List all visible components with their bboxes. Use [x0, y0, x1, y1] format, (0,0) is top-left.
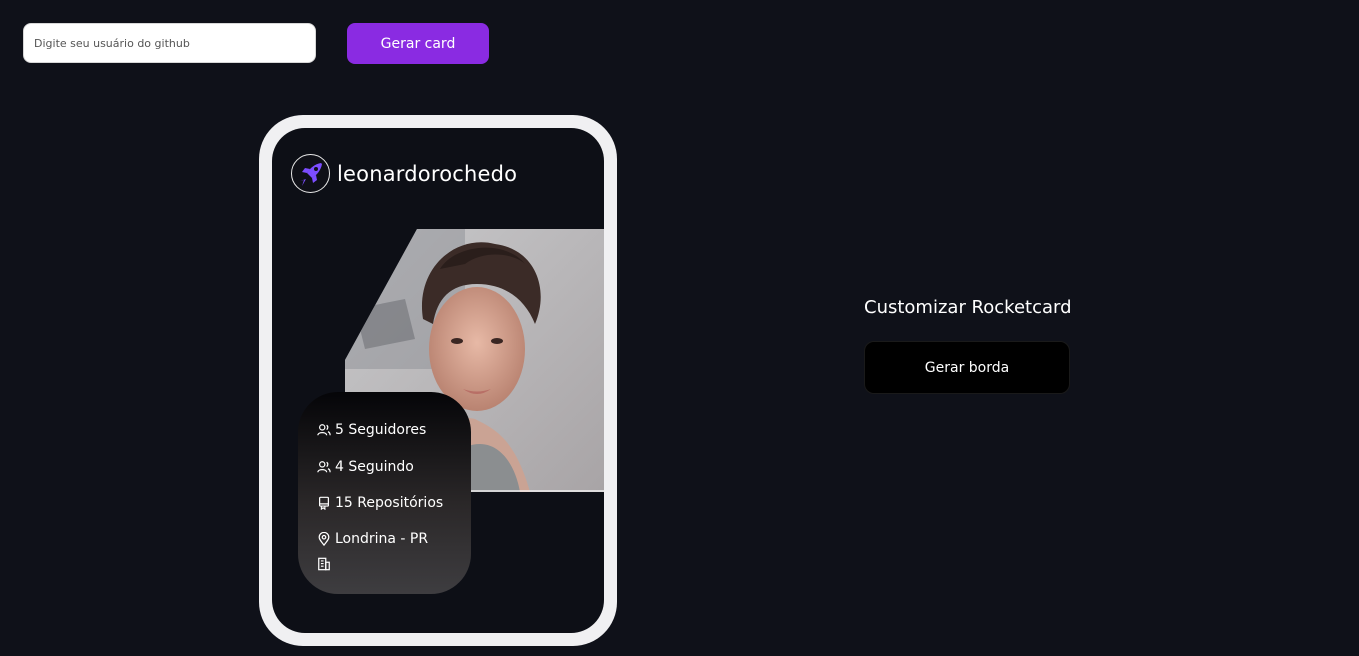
users-icon [317, 424, 331, 436]
following-stat: 4 Seguindo [317, 459, 414, 475]
repositories-label: 15 Repositórios [335, 495, 444, 511]
card-header: leonardorochedo [291, 154, 517, 193]
rocketcard-body: leonardorochedo 5 Seguidores 4 Seguindo … [272, 128, 604, 633]
card-username: leonardorochedo [337, 161, 518, 186]
map-pin-icon [318, 532, 330, 546]
followers-stat: 5 Seguidores [317, 422, 426, 438]
following-label: 4 Seguindo [335, 459, 414, 475]
stats-panel: 5 Seguidores 4 Seguindo 15 Repositórios … [298, 392, 471, 594]
location-stat: Londrina - PR [317, 531, 428, 547]
customize-title: Customizar Rocketcard [864, 297, 1072, 318]
building-icon [318, 557, 330, 571]
users-icon [317, 461, 331, 473]
generate-card-button[interactable]: Gerar card [347, 23, 489, 64]
generate-border-button[interactable]: Gerar borda [864, 341, 1070, 394]
repo-icon [319, 496, 329, 510]
page: Gerar card leonardorochedo [0, 0, 1359, 656]
company-stat [317, 557, 335, 571]
location-label: Londrina - PR [335, 531, 429, 547]
rocketcard: leonardorochedo 5 Seguidores 4 Seguindo … [259, 115, 617, 646]
rocket-icon [291, 154, 330, 193]
repositories-stat: 15 Repositórios [317, 495, 443, 511]
followers-label: 5 Seguidores [335, 422, 427, 438]
github-username-input[interactable] [23, 23, 316, 63]
